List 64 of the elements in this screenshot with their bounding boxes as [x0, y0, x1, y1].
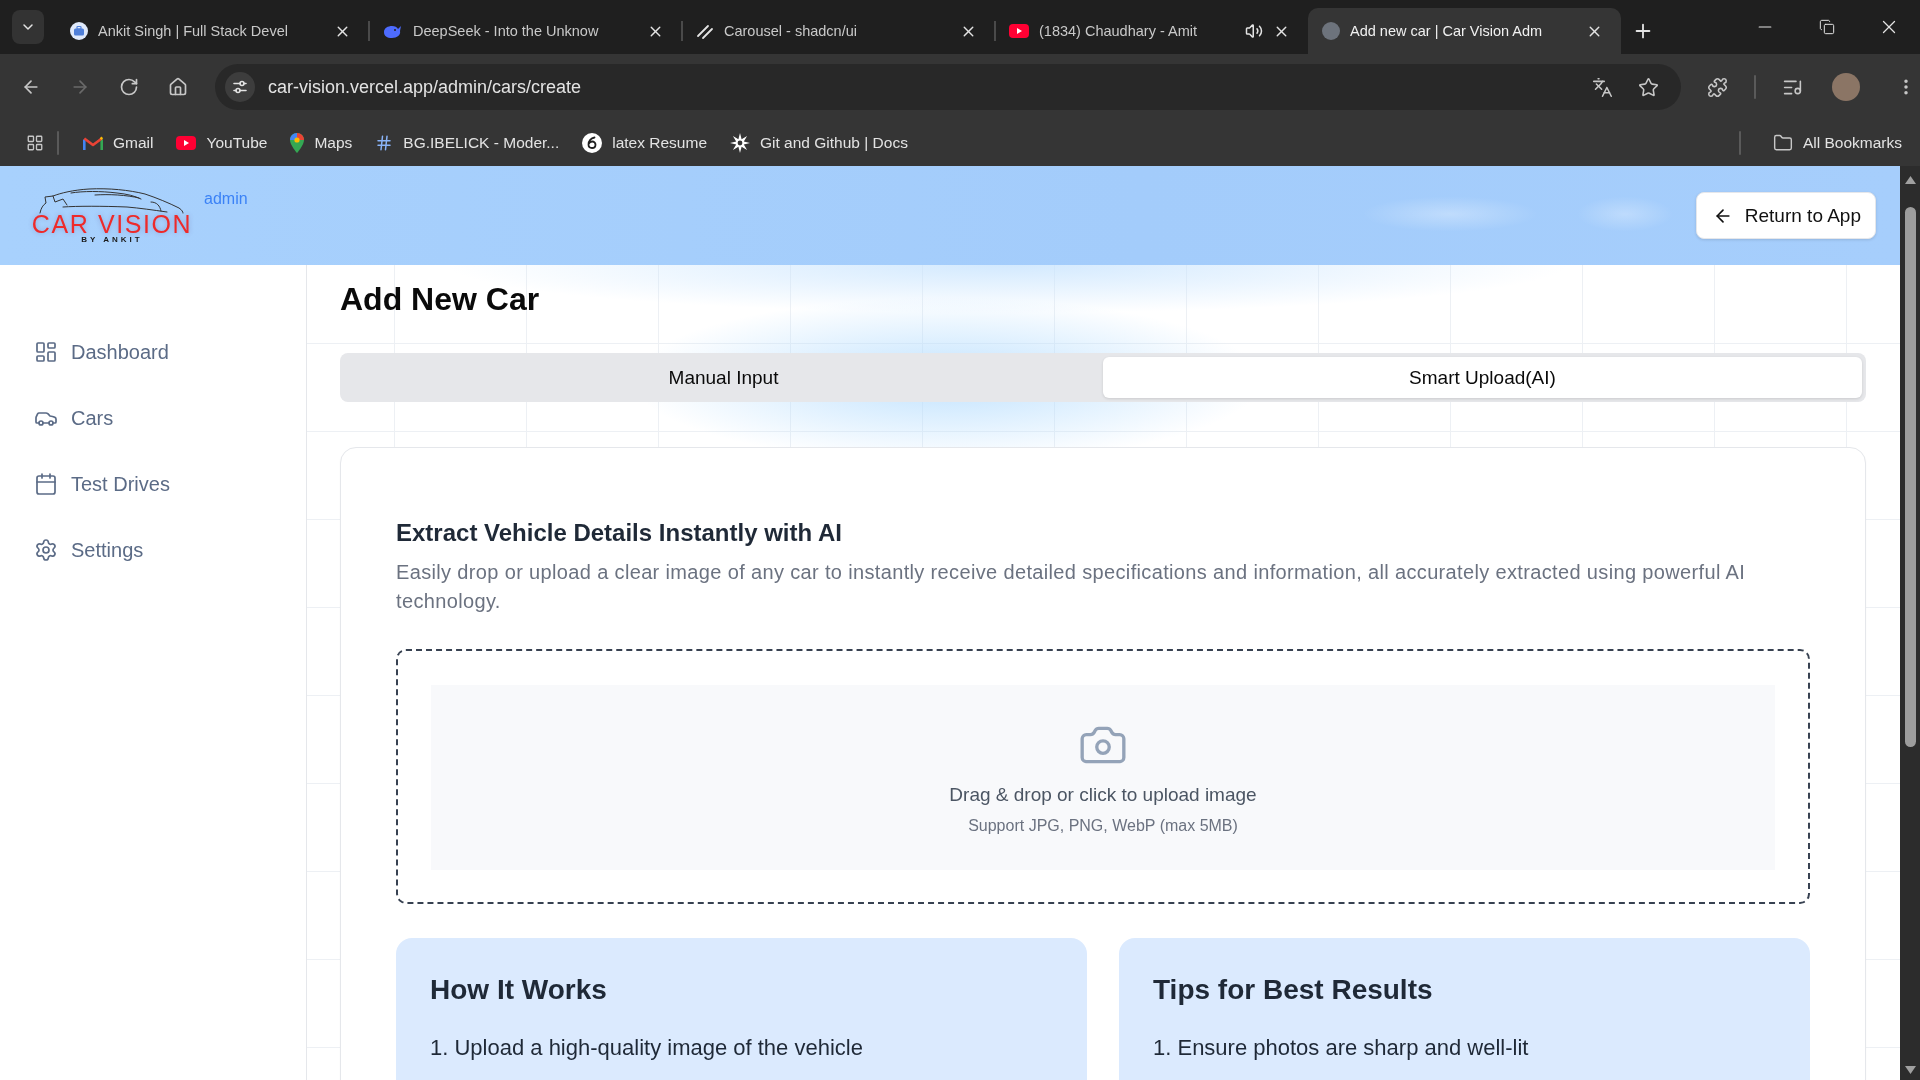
sidebar-item[interactable]: Dashboard	[0, 326, 306, 378]
whale-icon	[383, 23, 403, 39]
briefcase-icon	[70, 22, 88, 40]
info-list-item: 1. Upload a high-quality image of the vehicle	[430, 1034, 864, 1062]
info-list-item: 1. Ensure photos are sharp and well-lit	[1153, 1034, 1530, 1062]
caret-up-icon[interactable]	[1904, 176, 1916, 184]
mail-icon	[83, 135, 103, 151]
profile-avatar[interactable]	[1832, 73, 1860, 101]
upload-hint: Support JPG, PNG, WebP (max 5MB)	[968, 816, 1238, 836]
bookmark-item[interactable]: Git and Github | Docs	[722, 127, 916, 159]
upload-area[interactable]: Drag & drop or click to upload image Support JPG, PNG, WebP (max 5MB)	[431, 685, 1775, 870]
photo-placeholder	[1322, 22, 1340, 40]
slashes-icon	[696, 22, 714, 40]
bookmark-item[interactable]: latex Resume	[574, 127, 715, 159]
video-play-icon	[176, 136, 197, 150]
video-play-icon	[1009, 24, 1029, 38]
browser-tab[interactable]: (1834) Chaudhary - Amit	[995, 8, 1308, 54]
map-pin-icon	[290, 133, 305, 153]
return-button[interactable]: Return to App	[1695, 192, 1876, 239]
logo-title: CAR VISION	[31, 214, 193, 234]
star-icon[interactable]	[1638, 76, 1659, 98]
dropzone[interactable]: Drag & drop or click to upload image Support JPG, PNG, WebP (max 5MB)	[396, 649, 1810, 904]
scrollbar-thumb[interactable]	[1904, 207, 1916, 747]
browser-tab[interactable]: Add new car | Car Vision Adm	[1308, 8, 1621, 54]
section-heading: Extract Vehicle Details Instantly with AI	[396, 518, 843, 548]
bookmark-item[interactable]: Maps	[282, 127, 361, 159]
tab[interactable]: Smart Upload(AI)	[1103, 357, 1862, 398]
bookmark-item[interactable]: Gmail	[75, 127, 162, 159]
folder-icon	[1772, 133, 1793, 153]
all-bookmarks-button[interactable]: All Bookmarks	[1764, 127, 1910, 159]
browser-tab[interactable]: Ankit Singh | Full Stack Devel	[56, 8, 369, 54]
dashboard-icon	[34, 340, 58, 364]
settings-icon	[34, 538, 58, 562]
sidebar-item[interactable]: Settings	[0, 524, 306, 576]
reload-icon[interactable]	[119, 77, 139, 97]
sidebar-item[interactable]: Test Drives	[0, 458, 306, 510]
admin-label: admin	[204, 189, 248, 209]
home-icon[interactable]	[168, 77, 188, 97]
caret-down-icon[interactable]	[1904, 1066, 1916, 1074]
scrollbar[interactable]	[1900, 166, 1920, 1080]
speaker-icon[interactable]	[1245, 22, 1263, 40]
tab-search-button[interactable]	[12, 10, 44, 44]
site-settings-icon[interactable]	[225, 72, 255, 102]
circle-logo-icon	[582, 133, 603, 153]
info-card-title: How It Works	[430, 973, 608, 1007]
translate-icon[interactable]	[1592, 76, 1613, 98]
sidebar-item[interactable]: Cars	[0, 392, 306, 444]
calendar-icon	[34, 472, 58, 496]
address-bar[interactable]: car-vision.vercel.app/admin/cars/create	[215, 64, 1681, 110]
page-title: Add New Car	[340, 280, 541, 319]
starburst-icon	[730, 133, 750, 153]
puzzle-icon[interactable]	[1707, 76, 1728, 98]
apps-grid-icon[interactable]	[26, 134, 44, 152]
logo-subtitle: BY ANKIT	[81, 234, 143, 245]
tab[interactable]: Manual Input	[344, 357, 1103, 398]
browser-tab[interactable]: Carousel - shadcn/ui	[682, 8, 995, 54]
upload-prompt: Drag & drop or click to upload image	[949, 783, 1257, 807]
section-description: Easily drop or upload a clear image of any car to instantly receive detailed specifications and information, all accurately extracted using powerful AI technology.	[396, 560, 1747, 614]
restore-icon[interactable]	[1819, 19, 1835, 35]
info-card-title: Tips for Best Results	[1153, 973, 1434, 1007]
bookmark-item[interactable]: YouTube	[168, 127, 276, 159]
browser-tab[interactable]: DeepSeek - Into the Unknow	[369, 8, 682, 54]
bookmark-item[interactable]: BG.IBELICK - Moder...	[367, 127, 568, 159]
hash-icon	[375, 134, 394, 152]
